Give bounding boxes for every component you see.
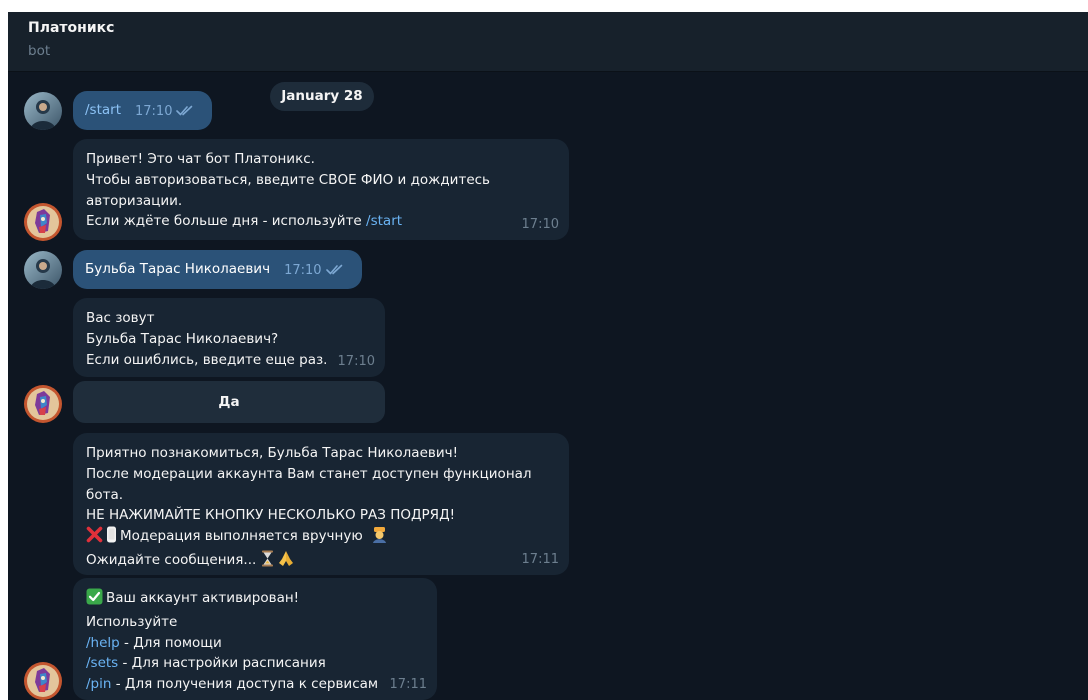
message-line: Если ошиблись, введите еще раз.: [86, 351, 328, 368]
command-line-sets: /sets - Для настройки расписания: [86, 655, 326, 672]
message-line: Модерация выполняется вручную: [86, 526, 532, 550]
bot-avatar[interactable]: [24, 203, 62, 241]
help-command-link[interactable]: /help: [86, 635, 120, 651]
mobile-phone-icon: [106, 526, 117, 550]
chat-subtitle: bot: [28, 43, 51, 59]
pin-command-link[interactable]: /pin: [86, 676, 111, 692]
guard-icon: [371, 526, 388, 550]
bot-avatar[interactable]: [24, 662, 62, 700]
message-time: 17:10: [284, 263, 322, 279]
date-separator: January 28: [270, 82, 374, 111]
folded-hands-icon: [277, 550, 295, 574]
message-time: 17:11: [389, 677, 427, 693]
incoming-message-moderation[interactable]: Приятно познакомиться, Бульба Тарас Нико…: [73, 433, 569, 575]
message-line: Используйте: [86, 613, 178, 630]
waiting-text: Ожидайте сообщения...: [86, 551, 257, 568]
command-line-help: /help - Для помощи: [86, 634, 222, 651]
message-time: 17:10: [337, 354, 375, 370]
incoming-message-confirm[interactable]: Вас зовут Бульба Тарас Николаевич? Если …: [73, 298, 385, 377]
message-line: Вас зовут: [86, 310, 155, 326]
telegram-window: Платоникс bot January 28 /start 17:10 Пр…: [8, 12, 1088, 700]
user-avatar[interactable]: [24, 92, 62, 130]
moderation-text: Модерация выполняется вручную: [120, 528, 363, 545]
message-time: 17:11: [521, 552, 559, 568]
message-line: Приятно познакомиться, Бульба Тарас Нико…: [86, 445, 459, 461]
outgoing-message-name[interactable]: Бульба Тарас Николаевич 17:10: [73, 250, 362, 289]
command-line-pin: /pin - Для получения доступа к сервисам: [86, 676, 379, 693]
check-mark-icon: [86, 588, 103, 612]
message-text[interactable]: /start: [85, 100, 121, 121]
incoming-message-activated[interactable]: Ваш аккаунт активирован! Используйте /he…: [73, 578, 437, 700]
user-avatar[interactable]: [24, 251, 62, 289]
hourglass-icon: [261, 550, 274, 574]
confirm-yes-button[interactable]: Да: [73, 381, 385, 423]
sets-command-link[interactable]: /sets: [86, 655, 118, 671]
message-line: После модерации аккаунта Вам станет дост…: [86, 465, 532, 482]
outgoing-message-start[interactable]: /start 17:10: [73, 91, 212, 130]
message-line: бота.: [86, 486, 124, 503]
start-command-link[interactable]: /start: [366, 213, 402, 229]
message-line: НЕ НАЖИМАЙТЕ КНОПКУ НЕСКОЛЬКО РАЗ ПОДРЯД…: [86, 507, 456, 524]
double-check-icon: [325, 261, 344, 282]
message-time: 17:10: [521, 217, 559, 233]
message-line: Бульба Тарас Николаевич?: [86, 330, 279, 347]
message-line: Ваш аккаунт активирован!: [86, 588, 378, 612]
message-line: Ожидайте сообщения...: [86, 550, 532, 574]
double-check-icon: [176, 102, 194, 123]
message-line: авторизации.: [86, 192, 183, 209]
bot-avatar[interactable]: [24, 385, 62, 423]
message-line: Привет! Это чат бот Платоникс.: [86, 151, 315, 167]
activated-text: Ваш аккаунт активирован!: [106, 590, 300, 606]
chat-title: Платоникс: [28, 20, 115, 36]
cross-mark-icon: [86, 526, 103, 550]
message-time: 17:10: [135, 104, 173, 120]
incoming-message-greeting[interactable]: Привет! Это чат бот Платоникс. Чтобы авт…: [73, 139, 569, 240]
message-line: Чтобы авторизоваться, введите СВОЕ ФИО и…: [86, 171, 490, 188]
message-text: Бульба Тарас Николаевич: [85, 261, 271, 278]
chat-header[interactable]: Платоникс bot: [8, 12, 1088, 72]
message-line: Если ждёте больше дня - используйте /sta…: [86, 213, 403, 230]
